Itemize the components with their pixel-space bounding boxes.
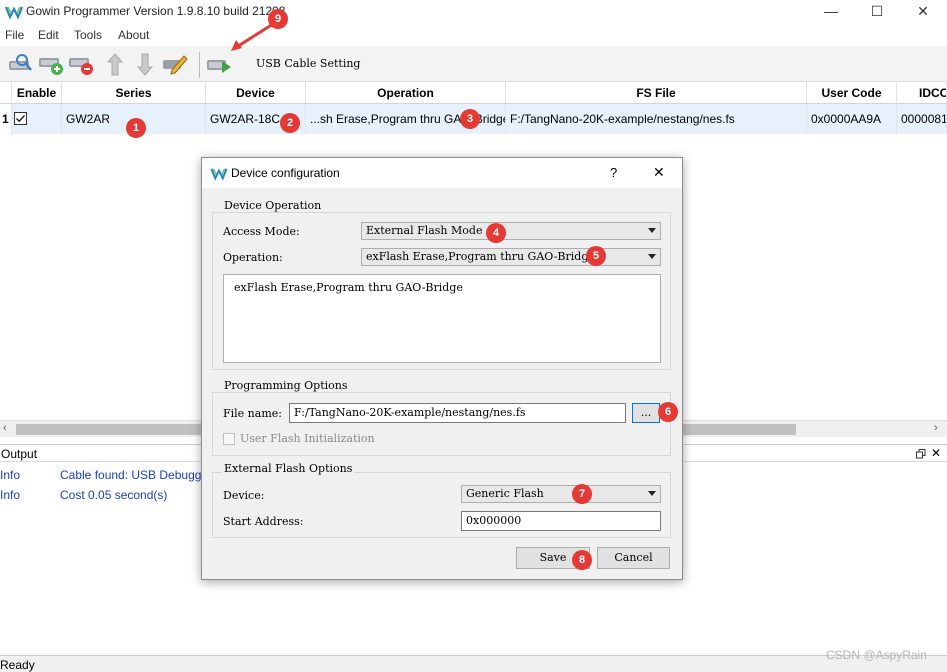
start-address-input[interactable]: 0x000000 (461, 511, 661, 531)
chevron-down-icon (648, 254, 656, 259)
move-up-icon[interactable] (102, 52, 128, 76)
usb-cable-setting[interactable]: USB Cable Setting (256, 57, 360, 70)
file-name-label: File name: (223, 407, 282, 420)
scroll-right-icon[interactable]: › (934, 422, 938, 434)
remove-device-icon[interactable] (68, 52, 94, 76)
column-header-idcode[interactable]: IDCO (897, 82, 947, 104)
device-configuration-dialog: Device configuration ? ✕ Device Operatio… (201, 157, 683, 580)
start-address-label: Start Address: (223, 515, 304, 528)
minimize-button[interactable]: — (808, 0, 854, 24)
menu-bar: File Edit Tools About (0, 26, 947, 46)
close-dialog-button[interactable]: ✕ (653, 164, 665, 181)
chevron-down-icon (648, 228, 656, 233)
output-message-2: Cost 0.05 second(s) (60, 488, 168, 502)
output-level-2: Info (0, 488, 21, 502)
title-bar: Gowin Programmer Version 1.9.8.10 build … (0, 0, 947, 26)
column-header-user-code[interactable]: User Code (807, 82, 897, 104)
operation-label: Operation: (223, 251, 283, 264)
maximize-button[interactable]: ☐ (854, 0, 900, 24)
browse-file-button[interactable]: ... (632, 403, 660, 423)
add-device-icon[interactable] (38, 52, 64, 76)
dialog-title-bar: Device configuration ? ✕ (202, 158, 682, 188)
annotation-7: 7 (572, 484, 592, 504)
status-bar: Ready (0, 655, 947, 672)
annotation-3: 3 (460, 109, 480, 129)
annotation-5: 5 (586, 246, 606, 266)
row-idcode: 0000081B (897, 104, 947, 134)
menu-tools[interactable]: Tools (74, 28, 102, 42)
annotation-2: 2 (280, 113, 300, 133)
column-header-device[interactable]: Device (206, 82, 306, 104)
annotation-6: 6 (658, 402, 678, 422)
annotation-1: 1 (126, 118, 146, 138)
annotation-9: 9 (268, 9, 288, 29)
user-flash-init-checkbox[interactable] (223, 433, 235, 445)
access-mode-value: External Flash Mode (366, 224, 483, 237)
flash-device-select[interactable]: Generic Flash (461, 485, 661, 503)
programming-options-title: Programming Options (222, 379, 350, 392)
column-header-fs-file[interactable]: FS File (506, 82, 807, 104)
dialog-title: Device configuration (231, 166, 340, 180)
edit-config-icon[interactable] (162, 52, 188, 76)
cancel-button[interactable]: Cancel (597, 547, 670, 569)
access-mode-label: Access Mode: (223, 225, 300, 238)
operation-value: exFlash Erase,Program thru GAO-Bridge (366, 250, 595, 263)
float-panel-icon[interactable] (916, 449, 926, 459)
annotation-8: 8 (572, 550, 592, 570)
watermark: CSDN @AspyRain (826, 648, 927, 662)
output-title: Output (1, 447, 38, 461)
device-operation-title: Device Operation (222, 199, 324, 212)
menu-about[interactable]: About (118, 28, 149, 42)
move-down-icon[interactable] (132, 52, 158, 76)
menu-edit[interactable]: Edit (38, 28, 59, 42)
row-user-code: 0x0000AA9A (807, 104, 897, 134)
toolbar: USB Cable Setting (0, 46, 947, 82)
scroll-left-icon[interactable]: ‹ (3, 422, 7, 434)
toolbar-separator (199, 52, 200, 78)
output-level-1: Info (0, 468, 21, 482)
operation-select[interactable]: exFlash Erase,Program thru GAO-Bridge (361, 248, 661, 266)
user-flash-init-label: User Flash Initialization (240, 432, 375, 445)
gowin-logo-icon (5, 6, 23, 20)
file-name-input[interactable]: F:/TangNano-20K-example/nestang/nes.fs (289, 403, 626, 423)
column-header-series[interactable]: Series (62, 82, 206, 104)
access-mode-select[interactable]: External Flash Mode (361, 222, 661, 240)
column-header-operation[interactable]: Operation (306, 82, 506, 104)
close-panel-icon[interactable]: ✕ (931, 446, 941, 460)
enable-checkbox[interactable] (14, 112, 27, 125)
annotation-4: 4 (486, 223, 506, 243)
row-enable-cell (12, 104, 62, 134)
chevron-down-icon (648, 491, 656, 496)
row-index: 1 (0, 104, 12, 134)
scan-device-icon[interactable] (8, 52, 34, 76)
row-fs-file: F:/TangNano-20K-example/nestang/nes.fs (506, 104, 807, 134)
operation-description: exFlash Erase,Program thru GAO-Bridge (223, 274, 661, 363)
help-button[interactable]: ? (610, 165, 617, 180)
gowin-logo-icon (210, 168, 228, 181)
programming-options-group (212, 392, 671, 456)
flash-device-value: Generic Flash (466, 487, 544, 500)
external-flash-options-title: External Flash Options (222, 462, 355, 475)
flash-device-label: Device: (223, 489, 265, 502)
menu-file[interactable]: File (5, 28, 24, 42)
output-message-1: Cable found: USB Debugger (60, 468, 213, 482)
status-text: Ready (0, 658, 35, 672)
column-header-enable[interactable]: Enable (12, 82, 62, 104)
row-header-corner (0, 82, 12, 104)
close-window-button[interactable]: ✕ (900, 0, 946, 24)
